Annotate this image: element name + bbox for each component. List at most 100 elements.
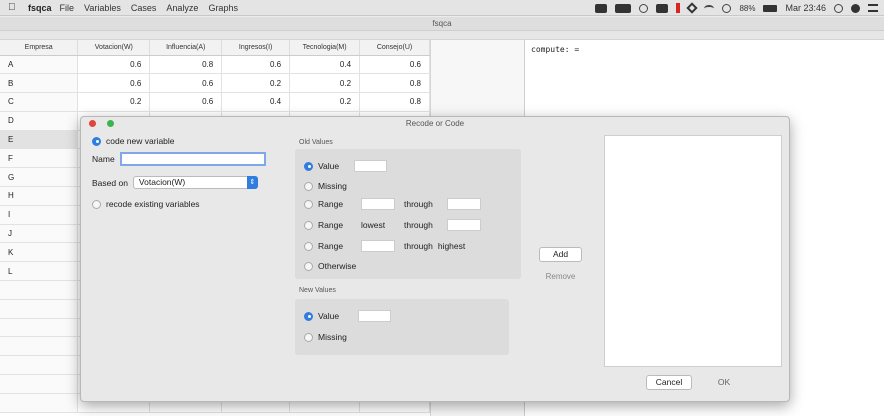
user-icon[interactable]: [851, 3, 860, 13]
row-label[interactable]: [0, 299, 79, 319]
range-highest-from-input[interactable]: [361, 240, 395, 252]
table-cell[interactable]: 0.2: [221, 73, 291, 94]
clock[interactable]: Mar 23:46: [785, 3, 826, 13]
table-row[interactable]: A 0.6 0.8 0.6 0.4 0.6: [0, 55, 430, 75]
recode-rules-list[interactable]: [604, 135, 782, 367]
row-label[interactable]: L: [0, 261, 79, 282]
sync-icon[interactable]: [639, 3, 649, 13]
old-missing-radio[interactable]: [304, 181, 313, 191]
otherwise-radio[interactable]: [304, 261, 313, 271]
range-from-input[interactable]: [361, 198, 395, 210]
menu-variables[interactable]: Variables: [84, 3, 121, 13]
otherwise-option[interactable]: Otherwise: [304, 261, 356, 271]
menu-cases[interactable]: Cases: [131, 3, 157, 13]
table-cell[interactable]: 0.4: [221, 92, 291, 112]
table-cell[interactable]: 0.8: [359, 73, 430, 94]
table-row[interactable]: B 0.6 0.6 0.2 0.2 0.8: [0, 73, 430, 94]
row-label[interactable]: K: [0, 242, 79, 263]
row-label[interactable]: J: [0, 224, 79, 244]
column-header[interactable]: Influencia(A): [149, 40, 223, 56]
row-label[interactable]: D: [0, 111, 79, 131]
display-icon[interactable]: [595, 3, 608, 13]
row-label[interactable]: F: [0, 148, 79, 169]
old-value-option[interactable]: Value: [304, 160, 388, 172]
recording-icon[interactable]: [676, 3, 681, 13]
new-missing-option[interactable]: Missing: [304, 332, 347, 342]
row-label[interactable]: C: [0, 92, 79, 112]
row-label[interactable]: E: [0, 130, 79, 150]
old-value-radio[interactable]: [304, 161, 313, 171]
range-lowest-option[interactable]: Range lowest through: [304, 219, 481, 231]
range-option[interactable]: Range through: [304, 198, 481, 210]
range-highest-radio[interactable]: [304, 241, 313, 251]
new-value-input[interactable]: [358, 310, 392, 322]
table-cell[interactable]: 0.8: [359, 92, 430, 112]
row-label[interactable]: [0, 355, 79, 376]
based-on-select[interactable]: Votacion(W) ⇕: [132, 176, 258, 189]
new-value-option[interactable]: Value: [304, 310, 392, 322]
table-cell[interactable]: 0.6: [149, 92, 223, 112]
column-header[interactable]: Empresa: [0, 40, 79, 56]
code-new-option[interactable]: code new variable: [92, 136, 175, 146]
wifi-icon[interactable]: [704, 4, 715, 12]
table-row[interactable]: C 0.2 0.6 0.4 0.2 0.8: [0, 92, 430, 112]
code-new-radio[interactable]: [92, 136, 101, 146]
add-button[interactable]: Add: [539, 247, 582, 262]
row-label[interactable]: [0, 318, 79, 338]
search-icon[interactable]: [834, 3, 843, 13]
column-header[interactable]: Ingresos(I): [221, 40, 291, 56]
row-label[interactable]: G: [0, 167, 79, 188]
range-lowest-radio[interactable]: [304, 220, 313, 230]
zoom-window-button[interactable]: [107, 120, 114, 127]
apple-icon[interactable]: : [8, 2, 22, 13]
menu-file[interactable]: File: [60, 3, 75, 13]
notification-center-icon[interactable]: [868, 4, 878, 12]
table-cell[interactable]: 0.6: [77, 55, 151, 75]
new-missing-radio[interactable]: [304, 332, 313, 342]
range-to-input[interactable]: [447, 198, 481, 210]
table-cell[interactable]: 0.2: [77, 92, 151, 112]
time-machine-icon[interactable]: [722, 3, 732, 13]
app-status-icon[interactable]: [615, 3, 632, 13]
close-window-button[interactable]: [89, 120, 96, 127]
table-cell[interactable]: 0.6: [221, 55, 291, 75]
row-label[interactable]: [0, 336, 79, 357]
old-value-input[interactable]: [354, 160, 388, 172]
table-cell[interactable]: 0.6: [149, 73, 223, 94]
range-lowest-to-input[interactable]: [447, 219, 481, 231]
app-menu[interactable]: fsqca: [28, 3, 52, 13]
table-cell[interactable]: 0.8: [149, 55, 223, 75]
row-label[interactable]: [0, 280, 79, 300]
table-cell[interactable]: 0.6: [77, 73, 151, 94]
dialog-titlebar: Recode or Code: [81, 117, 789, 130]
table-cell[interactable]: 0.6: [359, 55, 430, 75]
battery-icon[interactable]: [763, 4, 778, 12]
old-missing-option[interactable]: Missing: [304, 181, 347, 191]
table-cell[interactable]: 0.2: [289, 73, 361, 94]
cancel-button[interactable]: Cancel: [646, 375, 692, 390]
column-header[interactable]: Consejo(U): [359, 40, 430, 56]
range-radio[interactable]: [304, 199, 313, 209]
table-cell[interactable]: 0.4: [289, 55, 361, 75]
recode-existing-option[interactable]: recode existing variables: [92, 199, 200, 209]
menu-analyze[interactable]: Analyze: [166, 3, 198, 13]
new-value-radio[interactable]: [304, 311, 313, 321]
table-cell[interactable]: 0.2: [289, 92, 361, 112]
row-label[interactable]: I: [0, 205, 79, 225]
column-header[interactable]: Votacion(W): [77, 40, 151, 56]
diamond-icon[interactable]: [686, 2, 699, 14]
ok-button[interactable]: OK: [701, 375, 747, 390]
name-input[interactable]: [119, 152, 266, 166]
recode-existing-radio[interactable]: [92, 199, 101, 209]
row-label[interactable]: [0, 374, 79, 394]
column-header[interactable]: Tecnologia(M): [289, 40, 361, 56]
menu-graphs[interactable]: Graphs: [208, 3, 238, 13]
remove-button[interactable]: Remove: [539, 270, 582, 285]
range-highest-option[interactable]: Range through highest: [304, 240, 465, 252]
row-label[interactable]: A: [0, 55, 79, 75]
window-icon[interactable]: [656, 3, 669, 13]
row-label[interactable]: [0, 393, 79, 413]
old-missing-label: Missing: [318, 181, 347, 191]
row-label[interactable]: B: [0, 73, 79, 94]
row-label[interactable]: H: [0, 186, 79, 206]
